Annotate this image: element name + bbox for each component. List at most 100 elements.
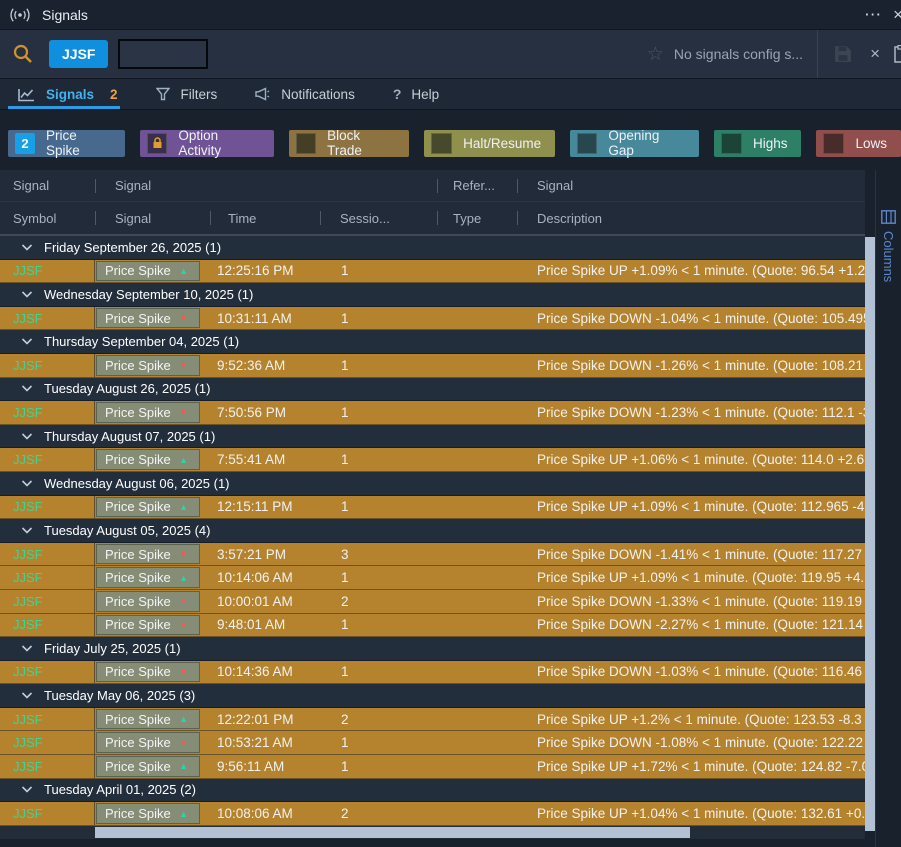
chevron-down-icon[interactable]	[21, 786, 33, 793]
highs-checkbox[interactable]	[721, 133, 742, 154]
horizontal-scrollbar[interactable]	[0, 826, 865, 839]
signal-row[interactable]: JJSFPrice Spike▲9:56:11 AM1Price Spike U…	[0, 755, 865, 779]
symbol-chip[interactable]: JJSF	[49, 40, 108, 68]
signal-row[interactable]: JJSFPrice Spike▲7:55:41 AM1Price Spike U…	[0, 448, 865, 472]
group-row[interactable]: Tuesday August 05, 2025 (4)	[0, 519, 865, 543]
halt-resume-checkbox[interactable]	[431, 133, 452, 154]
column-header-session[interactable]: Sessio...	[320, 202, 437, 234]
signal-row[interactable]: JJSFPrice Spike▲10:14:06 AM1Price Spike …	[0, 566, 865, 590]
favorite-star-icon[interactable]: ☆	[647, 43, 664, 66]
session-cell: 1	[320, 731, 437, 754]
opening-gap-checkbox[interactable]	[577, 133, 597, 154]
chevron-down-icon[interactable]	[21, 338, 33, 345]
symbol-search-input[interactable]	[118, 39, 208, 69]
chevron-down-icon[interactable]	[21, 244, 33, 251]
vertical-scrollbar[interactable]	[865, 170, 875, 847]
group-row[interactable]: Thursday August 07, 2025 (1)	[0, 425, 865, 449]
up-arrow-icon: ▲	[179, 714, 188, 724]
chip-option-activity-label: Option Activity	[178, 128, 260, 158]
symbol-cell: JJSF	[0, 354, 95, 377]
session-cell: 1	[320, 448, 437, 471]
clipboard-icon[interactable]	[894, 45, 901, 63]
type-cell	[437, 708, 517, 731]
description-cell: Price Spike DOWN -1.23% < 1 minute. (Quo…	[517, 401, 865, 424]
signal-row[interactable]: JJSFPrice Spike▲12:25:16 PM1Price Spike …	[0, 260, 865, 284]
horizontal-scrollbar-thumb[interactable]	[95, 827, 690, 838]
signal-row[interactable]: JJSFPrice Spike▼10:53:21 AM1Price Spike …	[0, 731, 865, 755]
signal-row[interactable]: JJSFPrice Spike▼9:48:01 AM1Price Spike D…	[0, 614, 865, 638]
signal-row[interactable]: JJSFPrice Spike▼9:52:36 AM1Price Spike D…	[0, 354, 865, 378]
save-icon[interactable]	[834, 45, 852, 63]
tab-filters[interactable]: Filters	[156, 79, 218, 109]
chip-highs[interactable]: Highs	[714, 130, 802, 157]
group-row[interactable]: Tuesday May 06, 2025 (3)	[0, 684, 865, 708]
tab-notifications[interactable]: Notifications	[255, 79, 355, 109]
group-row[interactable]: Wednesday September 10, 2025 (1)	[0, 283, 865, 307]
chip-block-trade-label: Block Trade	[327, 128, 395, 158]
chevron-down-icon[interactable]	[21, 480, 33, 487]
lows-checkbox[interactable]	[823, 133, 844, 154]
signal-row[interactable]: JJSFPrice Spike▼7:50:56 PM1Price Spike D…	[0, 401, 865, 425]
signal-row[interactable]: JJSFPrice Spike▲10:08:06 AM2Price Spike …	[0, 802, 865, 826]
more-button[interactable]: ⋯	[864, 6, 881, 23]
chip-price-spike[interactable]: 2 Price Spike	[8, 130, 125, 157]
symbol-cell: JJSF	[0, 496, 95, 519]
clear-config-button[interactable]: ×	[870, 44, 880, 64]
chevron-down-icon[interactable]	[21, 527, 33, 534]
type-cell	[437, 755, 517, 778]
signal-type-label: Price Spike	[105, 452, 171, 467]
chip-opening-gap[interactable]: Opening Gap	[570, 130, 699, 157]
signal-row[interactable]: JJSFPrice Spike▼10:31:11 AM1Price Spike …	[0, 307, 865, 331]
group-row[interactable]: Wednesday August 06, 2025 (1)	[0, 472, 865, 496]
group-row[interactable]: Tuesday April 01, 2025 (2)	[0, 779, 865, 803]
tab-help[interactable]: ? Help	[393, 79, 439, 109]
chip-opening-gap-label: Opening Gap	[608, 128, 685, 158]
group-date-label: Friday July 25, 2025 (1)	[44, 641, 181, 656]
down-arrow-icon: ▼	[179, 360, 188, 370]
chevron-down-icon[interactable]	[21, 645, 33, 652]
help-icon: ?	[393, 86, 402, 102]
group-row[interactable]: Friday July 25, 2025 (1)	[0, 637, 865, 661]
tab-filters-label: Filters	[181, 87, 218, 102]
group-row[interactable]: Tuesday August 26, 2025 (1)	[0, 378, 865, 402]
chip-option-activity[interactable]: Option Activity	[140, 130, 274, 157]
type-cell	[437, 802, 517, 825]
column-header-symbol[interactable]: Symbol	[0, 202, 95, 234]
symbol-cell: JJSF	[0, 566, 95, 589]
signal-row[interactable]: JJSFPrice Spike▼10:00:01 AM2Price Spike …	[0, 590, 865, 614]
column-header-type[interactable]: Type	[437, 202, 517, 234]
description-cell: Price Spike UP +1.04% < 1 minute. (Quote…	[517, 802, 865, 825]
group-row[interactable]: Thursday September 04, 2025 (1)	[0, 330, 865, 354]
chevron-down-icon[interactable]	[21, 385, 33, 392]
chevron-down-icon[interactable]	[21, 692, 33, 699]
signal-type-box: Price Spike▼	[96, 591, 200, 612]
column-header-time[interactable]: Time	[210, 202, 320, 234]
symbol-cell: JJSF	[0, 661, 95, 684]
column-header-description[interactable]: Description	[517, 202, 865, 234]
column-header-signal[interactable]: Signal	[95, 202, 210, 234]
session-cell: 1	[320, 354, 437, 377]
chip-block-trade[interactable]: Block Trade	[289, 130, 409, 157]
signal-row[interactable]: JJSFPrice Spike▲12:22:01 PM2Price Spike …	[0, 708, 865, 732]
signal-type-label: Price Spike	[105, 594, 171, 609]
vertical-scrollbar-thumb[interactable]	[865, 237, 875, 831]
group-header-signal: Signal	[0, 170, 95, 201]
up-arrow-icon: ▲	[179, 266, 188, 276]
chip-lows[interactable]: Lows	[816, 130, 901, 157]
signal-row[interactable]: JJSFPrice Spike▼10:14:36 AM1Price Spike …	[0, 661, 865, 685]
chevron-down-icon[interactable]	[21, 291, 33, 298]
signal-cell: Price Spike▼	[95, 614, 210, 637]
block-trade-checkbox[interactable]	[296, 133, 316, 154]
signal-cell: Price Spike▼	[95, 543, 210, 566]
group-row[interactable]: Friday September 26, 2025 (1)	[0, 236, 865, 260]
chip-halt-resume[interactable]: Halt/Resume	[424, 130, 555, 157]
group-date-label: Tuesday August 05, 2025 (4)	[44, 523, 210, 538]
chevron-down-icon[interactable]	[21, 433, 33, 440]
signal-row[interactable]: JJSFPrice Spike▲12:15:11 PM1Price Spike …	[0, 496, 865, 520]
signal-type-box: Price Spike▲	[96, 756, 200, 777]
tab-signals[interactable]: Signals 2	[18, 79, 118, 109]
columns-rail-button[interactable]: Columns	[875, 170, 901, 847]
type-cell	[437, 260, 517, 283]
signal-row[interactable]: JJSFPrice Spike▼3:57:21 PM3Price Spike D…	[0, 543, 865, 567]
window-close-button[interactable]: ×	[893, 6, 901, 23]
